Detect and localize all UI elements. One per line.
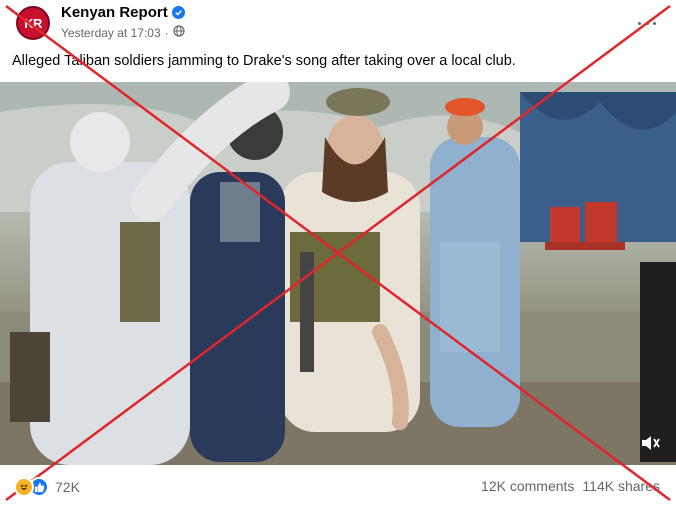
more-options-icon[interactable] — [638, 21, 656, 25]
globe-icon — [173, 25, 185, 40]
page-name: Kenyan Report — [61, 4, 168, 21]
meta-separator: · — [164, 25, 169, 40]
haha-reaction-icon — [14, 477, 34, 497]
post-header: KR Kenyan Report Yesterday at 17:03 · — [0, 0, 676, 44]
post-meta: Yesterday at 17:03 · — [61, 25, 185, 40]
reaction-count: 72K — [55, 479, 80, 495]
shares-count-link[interactable]: 114K shares — [582, 478, 660, 494]
comments-count-link[interactable]: 12K comments — [481, 478, 574, 494]
post-caption: Alleged Taliban soldiers jamming to Drak… — [12, 53, 516, 69]
volume-icon[interactable] — [640, 433, 662, 453]
page-name-link[interactable]: Kenyan Report — [61, 4, 185, 21]
avatar[interactable]: KR — [16, 6, 50, 40]
video-frame — [0, 82, 676, 465]
verified-badge-icon — [171, 6, 185, 19]
timestamp-link[interactable]: Yesterday at 17:03 — [61, 26, 161, 40]
video-player[interactable] — [0, 82, 676, 465]
engagement-stats: 12K comments 114K shares — [481, 478, 660, 494]
avatar-initials: KR — [24, 15, 42, 31]
facebook-post: KR Kenyan Report Yesterday at 17:03 · Al… — [0, 0, 676, 506]
reactions-summary[interactable]: 72K — [14, 477, 80, 497]
post-footer: 72K 12K comments 114K shares — [0, 465, 676, 506]
